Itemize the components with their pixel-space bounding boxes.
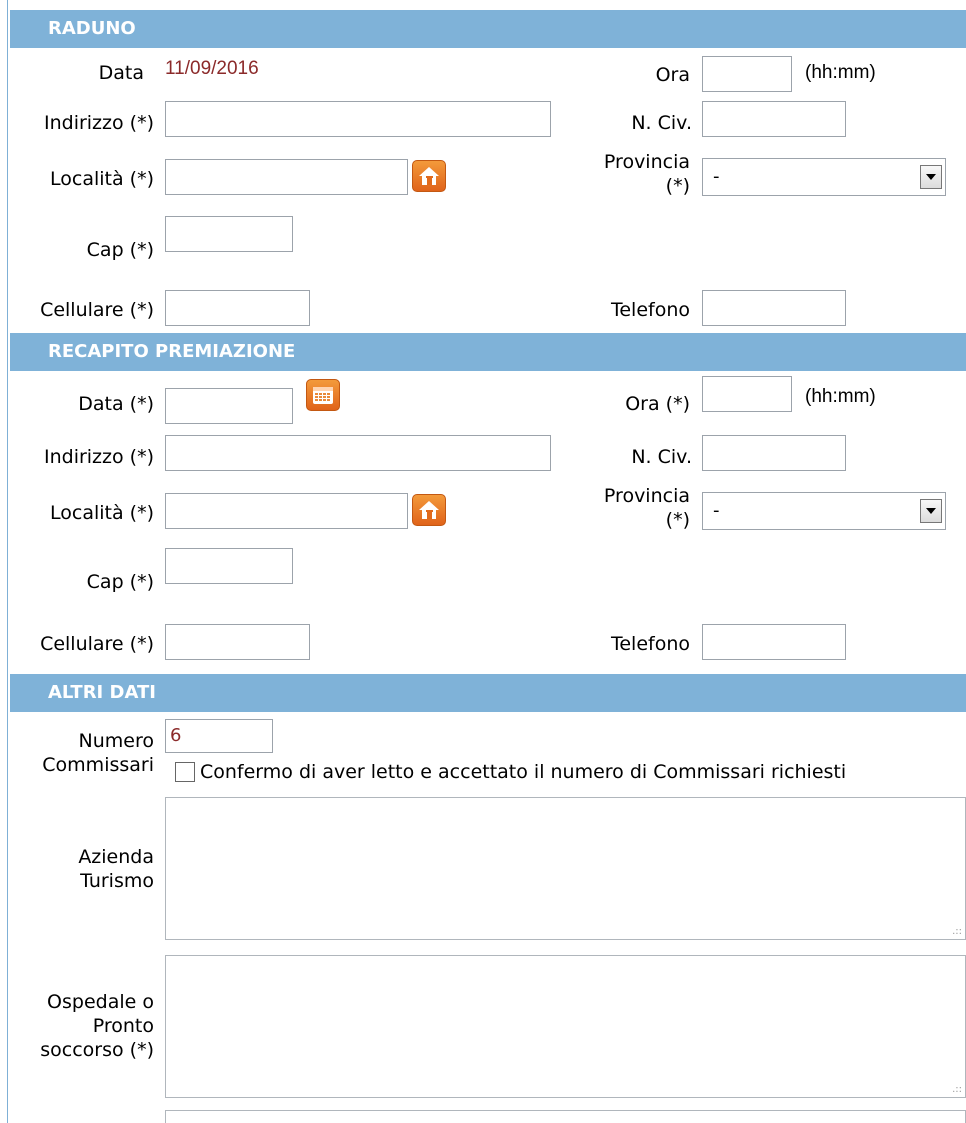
- premiazione-cellulare-input[interactable]: [165, 624, 310, 660]
- premiazione-cellulare-label: Cellulare (*): [40, 633, 154, 655]
- raduno-cap-label: Cap (*): [86, 239, 154, 261]
- raduno-provincia-label-line1: Provincia: [603, 151, 690, 173]
- raduno-provincia-label: Provincia (*): [604, 150, 690, 198]
- ospedale-label-line1: Ospedale o: [47, 991, 154, 1013]
- premiazione-provincia-label: Provincia (*): [604, 484, 690, 532]
- numero-commissari-label: Numero Commissari: [42, 729, 154, 777]
- section-header-altri-dati: ALTRI DATI: [10, 674, 966, 712]
- raduno-indirizzo-label: Indirizzo (*): [43, 112, 154, 134]
- premiazione-cap-input[interactable]: [165, 548, 293, 584]
- premiazione-data-label: Data (*): [78, 393, 154, 415]
- ospedale-label: Ospedale o Pronto soccorso (*): [40, 990, 154, 1062]
- premiazione-telefono-input[interactable]: [702, 624, 846, 660]
- premiazione-ora-input[interactable]: [702, 376, 792, 412]
- page-left-border: [7, 0, 8, 1123]
- numero-commissari-input[interactable]: 6: [165, 719, 273, 753]
- premiazione-cap-label: Cap (*): [86, 571, 154, 593]
- premiazione-provincia-label-line1: Provincia: [603, 485, 690, 507]
- raduno-ncivico-input[interactable]: [702, 101, 846, 137]
- premiazione-localita-label: Località (*): [50, 502, 154, 524]
- raduno-ncivico-label: N. Civ.: [631, 112, 692, 134]
- chevron-down-icon[interactable]: [920, 499, 942, 523]
- raduno-indirizzo-input[interactable]: [165, 101, 551, 137]
- raduno-localita-label: Località (*): [50, 168, 154, 190]
- ospedale-label-line3: soccorso (*): [40, 1039, 154, 1061]
- premiazione-ncivico-input[interactable]: [702, 435, 846, 471]
- premiazione-indirizzo-input[interactable]: [165, 435, 551, 471]
- premiazione-data-input[interactable]: [165, 388, 293, 424]
- premiazione-localita-input[interactable]: [165, 493, 408, 529]
- premiazione-provincia-select[interactable]: -: [702, 492, 946, 530]
- raduno-telefono-label: Telefono: [610, 299, 690, 321]
- resize-grip-icon[interactable]: .::: [952, 927, 962, 937]
- section-header-raduno: RADUNO: [10, 10, 966, 48]
- numero-commissari-label-line2: Commissari: [42, 754, 154, 776]
- raduno-cellulare-label: Cellulare (*): [40, 299, 154, 321]
- raduno-provincia-select[interactable]: -: [702, 158, 946, 196]
- resize-grip-icon[interactable]: .::: [952, 1085, 962, 1095]
- section-header-premiazione: RECAPITO PREMIAZIONE: [10, 333, 966, 371]
- raduno-telefono-input[interactable]: [702, 290, 846, 326]
- ospedale-textarea[interactable]: .::: [165, 955, 966, 1098]
- premiazione-telefono-label: Telefono: [610, 633, 690, 655]
- raduno-cellulare-input[interactable]: [165, 290, 310, 326]
- raduno-ora-input[interactable]: [702, 56, 792, 92]
- raduno-data-label: Data: [98, 62, 144, 84]
- azienda-turismo-textarea[interactable]: .::: [165, 797, 966, 940]
- premiazione-ora-label: Ora (*): [625, 393, 690, 415]
- premiazione-provincia-label-line2: (*): [665, 509, 690, 531]
- raduno-provincia-value: -: [713, 166, 720, 187]
- raduno-localita-input[interactable]: [165, 159, 408, 195]
- raduno-ora-label: Ora: [655, 64, 690, 86]
- raduno-cap-input[interactable]: [165, 216, 293, 252]
- premiazione-data-calendar-button[interactable]: [306, 379, 340, 411]
- raduno-localita-home-button[interactable]: [412, 160, 446, 192]
- raduno-data-value: 11/09/2016: [165, 58, 259, 79]
- home-icon: [419, 167, 439, 185]
- raduno-ora-hint: (hh:mm): [805, 62, 876, 83]
- premiazione-provincia-value: -: [713, 500, 720, 521]
- calendar-icon: [313, 387, 333, 404]
- chevron-down-icon[interactable]: [920, 165, 942, 189]
- premiazione-ora-hint: (hh:mm): [805, 386, 876, 407]
- premiazione-ncivico-label: N. Civ.: [631, 446, 692, 468]
- azienda-turismo-label-line1: Azienda: [78, 846, 154, 868]
- next-textarea-partial[interactable]: [165, 1110, 966, 1123]
- home-icon: [419, 501, 439, 519]
- conferma-label: Confermo di aver letto e accettato il nu…: [200, 761, 847, 783]
- azienda-turismo-label-line2: Turismo: [80, 870, 154, 892]
- azienda-turismo-label: Azienda Turismo: [78, 845, 154, 893]
- numero-commissari-label-line1: Numero: [78, 730, 154, 752]
- raduno-provincia-label-line2: (*): [665, 175, 690, 197]
- conferma-checkbox[interactable]: [175, 762, 195, 782]
- premiazione-indirizzo-label: Indirizzo (*): [43, 446, 154, 468]
- premiazione-localita-home-button[interactable]: [412, 494, 446, 526]
- ospedale-label-line2: Pronto: [92, 1015, 154, 1037]
